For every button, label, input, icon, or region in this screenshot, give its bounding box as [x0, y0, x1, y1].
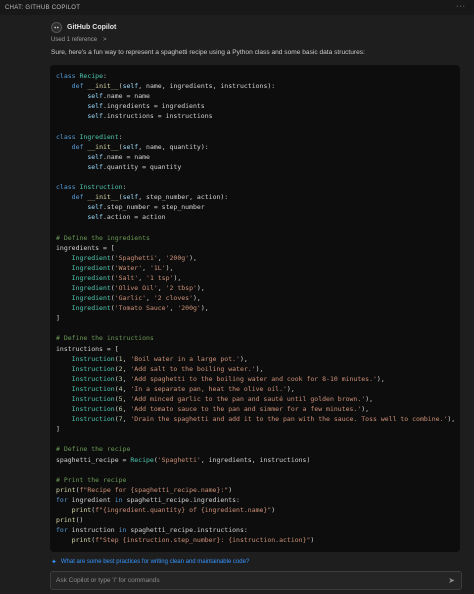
code-line: Instruction(2, 'Add salt to the boiling … — [71, 364, 264, 373]
message-header: GitHub Copilot — [51, 20, 116, 34]
code-line: self.step_number = step_number — [87, 203, 205, 212]
code-line: Ingredient('Tomato Sauce', '200g'), — [71, 304, 209, 313]
code-line: def __init__(self, step_number, action): — [71, 193, 229, 202]
code-line: Instruction(1, 'Boil water in a large po… — [71, 354, 248, 363]
code-line: self.name = name — [87, 152, 150, 161]
code-line: ] — [56, 314, 60, 323]
code-line: self.instructions = instructions — [87, 112, 213, 121]
code-line: Ingredient('Spaghetti', '200g'), — [71, 253, 197, 262]
code-line: self.action = action — [87, 213, 166, 222]
code-line: self.name = name — [87, 92, 150, 101]
code-line: print(f"Recipe for {spaghetti_recipe.nam… — [56, 485, 233, 494]
copilot-icon — [51, 21, 62, 33]
author-name: GitHub Copilot — [67, 23, 117, 31]
code-line: def __init__(self, name, quantity): — [71, 142, 209, 151]
panel-title: CHAT: GITHUB COPILOT — [5, 4, 81, 11]
code-line: print(f"{ingredient.quantity} of {ingred… — [71, 506, 276, 515]
code-line: print() — [56, 516, 84, 525]
code-line: Ingredient('Salt', '1 tsp'), — [71, 273, 182, 282]
code-line: Ingredient('Olive Oil', '2 tbsp'), — [71, 283, 205, 292]
chat-input-box[interactable]: ➤ — [50, 571, 462, 590]
sparkle-icon: ✦ — [51, 559, 57, 566]
code-line: Instruction(6, 'Add tomato sauce to the … — [71, 405, 370, 414]
code-line: Ingredient('Water', '1L'), — [71, 263, 174, 272]
code-line: class Recipe: — [56, 72, 107, 80]
used-reference-toggle[interactable]: Used 1 reference > — [51, 37, 107, 43]
code-line: # Define the instructions — [56, 334, 154, 343]
chevron-right-icon: > — [103, 37, 107, 43]
code-line: self.quantity = quantity — [87, 162, 182, 171]
suggestion-text: What are some best practices for writing… — [60, 559, 250, 565]
code-line: instructions = [ — [56, 344, 119, 353]
chat-input[interactable] — [56, 577, 436, 584]
code-line: # Define the ingredients — [56, 233, 150, 242]
code-line: # Print the recipe — [56, 475, 127, 484]
used-reference-label: Used 1 reference — [51, 37, 98, 43]
code-line: Ingredient('Garlic', '2 cloves'), — [71, 294, 201, 303]
ellipsis-icon[interactable]: ··· — [456, 3, 466, 10]
code-line: class Ingredient: — [56, 132, 123, 141]
code-line: spaghetti_recipe = Recipe('Spaghetti', i… — [56, 455, 311, 464]
code-line: # Define the recipe — [56, 445, 131, 454]
code-block[interactable]: class Recipe: def __init__(self, name, i… — [50, 65, 460, 552]
code-line: for instruction in spaghetti_recipe.inst… — [56, 526, 248, 535]
follow-up-suggestion[interactable]: ✦ What are some best practices for writi… — [51, 558, 249, 566]
code-line: ] — [56, 425, 60, 434]
code-line: def __init__(self, name, ingredients, in… — [71, 82, 276, 91]
code-line: Instruction(5, 'Add minced garlic to the… — [71, 395, 374, 403]
code-line: print(f"Step {instruction.step_number}: … — [71, 536, 315, 545]
code-line: ingredients = [ — [56, 243, 115, 252]
code-line: Instruction(4, 'In a separate pan, heat … — [71, 384, 295, 393]
code-line: Instruction(7, 'Drain the spaghetti and … — [71, 415, 456, 424]
send-icon[interactable]: ➤ — [448, 576, 455, 585]
code-line: Instruction(3, 'Add spaghetti to the boi… — [71, 374, 385, 383]
response-intro: Sure, here's a fun way to represent a sp… — [51, 49, 365, 56]
chat-panel-header: CHAT: GITHUB COPILOT ··· — [0, 0, 474, 15]
code-line: class Instruction: — [56, 183, 127, 192]
code-line: self.ingredients = ingredients — [87, 102, 205, 111]
code-line: for ingredient in spaghetti_recipe.ingre… — [56, 495, 240, 504]
